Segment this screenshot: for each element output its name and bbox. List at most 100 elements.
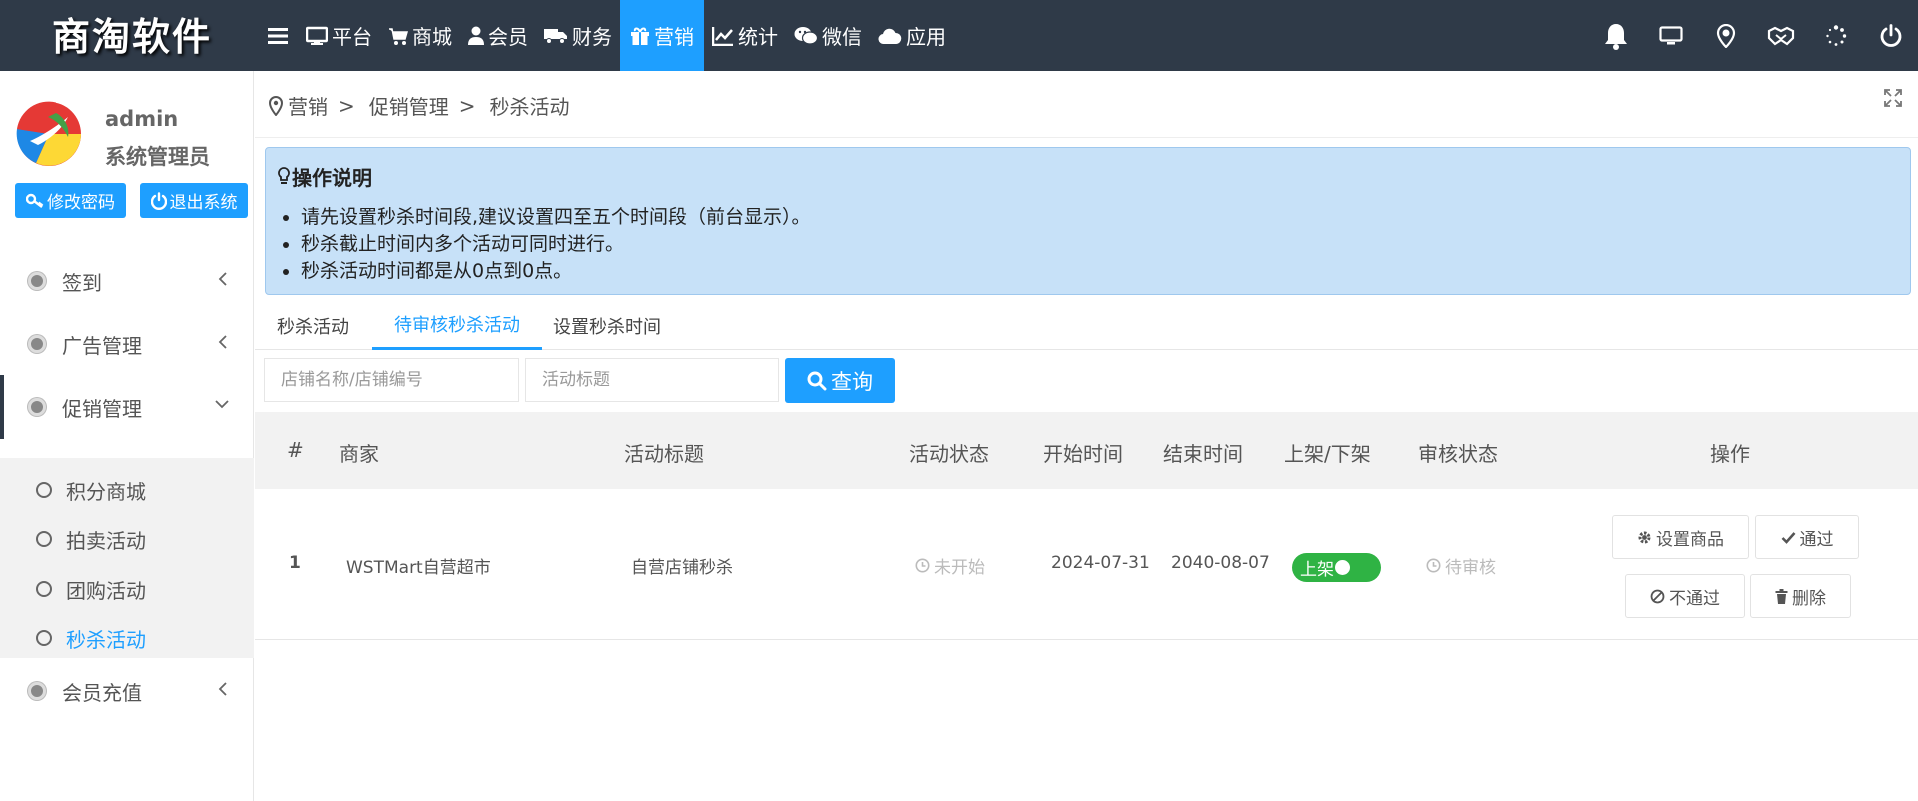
breadcrumb-item[interactable]: 营销	[288, 91, 328, 120]
brand-logo-text: 商淘软件	[52, 14, 213, 59]
sidebar-item-group-buy[interactable]: 团购活动	[36, 574, 146, 604]
user-icon	[468, 26, 484, 46]
location-button[interactable]	[1698, 0, 1753, 71]
nav-item-apps[interactable]: 应用	[870, 0, 954, 71]
power-icon	[150, 191, 167, 210]
nav-item-label: 财务	[572, 25, 612, 49]
set-goods-label: 设置商品	[1656, 529, 1724, 550]
chevron-down-icon	[215, 400, 229, 409]
row-index: 1	[289, 553, 301, 573]
nav-item-member[interactable]: 会员	[460, 0, 536, 71]
start-date: 2024-07-31	[1051, 553, 1150, 573]
reject-button[interactable]: 不通过	[1625, 574, 1745, 618]
nav-item-statistics[interactable]: 统计	[704, 0, 786, 71]
sidebar-item-label: 秒杀活动	[66, 627, 146, 652]
nav-item-finance[interactable]: 财务	[536, 0, 620, 71]
nav-item-label: 营销	[654, 25, 694, 49]
instruction-item: 请先设置秒杀时间段,建议设置四至五个时间段（前台显示）。	[301, 204, 811, 231]
sidebar-item-auction[interactable]: 拍卖活动	[36, 524, 146, 554]
tab-bar: 秒杀活动 待审核秒杀活动 设置秒杀时间	[255, 301, 1918, 350]
sidebar-group-label: 会员充值	[62, 680, 142, 705]
approve-label: 通过	[1799, 529, 1834, 550]
set-goods-button[interactable]: 设置商品	[1612, 515, 1749, 559]
delete-button[interactable]: 删除	[1750, 574, 1851, 618]
breadcrumb-item: 秒杀活动	[489, 95, 570, 119]
nav-item-platform[interactable]: 平台	[298, 0, 380, 71]
logout-button[interactable]: 退出系统	[140, 183, 248, 218]
sidebar-item-points-mall[interactable]: 积分商城	[36, 475, 146, 505]
instructions-panel: 操作说明 请先设置秒杀时间段,建议设置四至五个时间段（前台显示）。 秒杀截止时间…	[265, 147, 1911, 295]
power-button[interactable]	[1863, 0, 1918, 71]
search-button-label: 查询	[831, 370, 873, 394]
hamburger-icon	[268, 27, 288, 44]
user-name: admin	[105, 107, 179, 131]
shop-search-input[interactable]	[264, 358, 519, 402]
trash-icon	[1775, 588, 1788, 604]
nav-item-wechat[interactable]: 微信	[786, 0, 870, 71]
sidebar-group-promotion[interactable]: 促销管理	[0, 375, 254, 439]
sidebar-item-label: 拍卖活动	[66, 528, 146, 553]
shelf-toggle-label: 上架	[1300, 560, 1334, 580]
tab-flash-sale[interactable]: 秒杀活动	[255, 301, 371, 350]
circle-icon	[36, 482, 52, 498]
nav-item-label: 平台	[332, 25, 372, 49]
breadcrumb-separator: >	[338, 93, 355, 118]
tab-set-time[interactable]: 设置秒杀时间	[543, 301, 683, 350]
bell-icon	[1604, 23, 1627, 50]
desktop-button[interactable]	[1643, 0, 1698, 71]
column-header: 上架/下架	[1284, 442, 1371, 466]
sidebar-item-flash-sale[interactable]: 秒杀活动	[36, 623, 146, 653]
desktop-icon	[1658, 25, 1683, 44]
activity-status-text: 未开始	[934, 558, 985, 578]
end-date: 2040-08-07	[1171, 553, 1270, 573]
radio-dot-icon	[28, 398, 46, 416]
approve-button[interactable]: 通过	[1755, 515, 1859, 559]
nav-item-mall[interactable]: 商城	[380, 0, 460, 71]
location-icon	[1716, 23, 1735, 48]
change-password-button[interactable]: 修改密码	[15, 183, 126, 218]
nav-item-label: 会员	[488, 25, 528, 49]
title-search-input[interactable]	[525, 358, 779, 402]
breadcrumb: 营销 > 促销管理 > 秒杀活动	[269, 91, 570, 120]
column-header: 开始时间	[1043, 442, 1123, 466]
radio-dot-icon	[28, 682, 46, 700]
gear-icon	[1638, 531, 1651, 543]
circle-icon	[36, 581, 52, 597]
clock-icon	[915, 558, 930, 573]
handshake-button[interactable]	[1753, 0, 1808, 71]
toggle-knob	[1335, 560, 1350, 575]
check-icon	[1781, 531, 1795, 544]
column-header: 操作	[1710, 442, 1750, 466]
menu-toggle-button[interactable]	[258, 0, 298, 71]
fullscreen-button[interactable]	[1884, 89, 1902, 111]
search-button[interactable]: 查询	[785, 358, 895, 403]
map-marker-icon	[269, 95, 283, 116]
sidebar-group-checkin[interactable]: 签到	[0, 249, 254, 313]
instructions-title-text: 操作说明	[292, 166, 372, 190]
tab-pending-review[interactable]: 待审核秒杀活动	[372, 301, 542, 350]
truck-icon	[544, 27, 568, 45]
cart-icon	[388, 26, 408, 46]
change-password-label: 修改密码	[47, 193, 115, 213]
circle-icon	[36, 531, 52, 547]
sidebar: admin 系统管理员 修改密码 退出系统 签到 广告管理 促销管理 积分商城 …	[0, 71, 254, 801]
column-header: 审核状态	[1418, 442, 1498, 466]
audit-status-text: 待审核	[1445, 558, 1496, 578]
shelf-toggle[interactable]: 上架	[1292, 553, 1381, 582]
chevron-left-icon	[218, 335, 227, 349]
sidebar-group-label: 广告管理	[62, 333, 142, 358]
nav-item-marketing[interactable]: 营销	[620, 0, 704, 71]
sidebar-group-ads[interactable]: 广告管理	[0, 312, 254, 376]
shop-name: WSTMart自营超市	[346, 558, 491, 578]
breadcrumb-item[interactable]: 促销管理	[369, 91, 449, 120]
sidebar-group-recharge[interactable]: 会员充值	[0, 659, 254, 723]
delete-label: 删除	[1792, 588, 1826, 609]
promotion-submenu: 积分商城 拍卖活动 团购活动 秒杀活动	[0, 458, 254, 658]
wechat-icon	[794, 26, 818, 46]
loading-button[interactable]	[1808, 0, 1863, 71]
notifications-button[interactable]	[1588, 0, 1643, 71]
audit-status: 待审核	[1426, 553, 1496, 578]
column-header: 结束时间	[1163, 442, 1243, 466]
cloud-icon	[878, 27, 902, 45]
user-role: 系统管理员	[105, 145, 210, 169]
